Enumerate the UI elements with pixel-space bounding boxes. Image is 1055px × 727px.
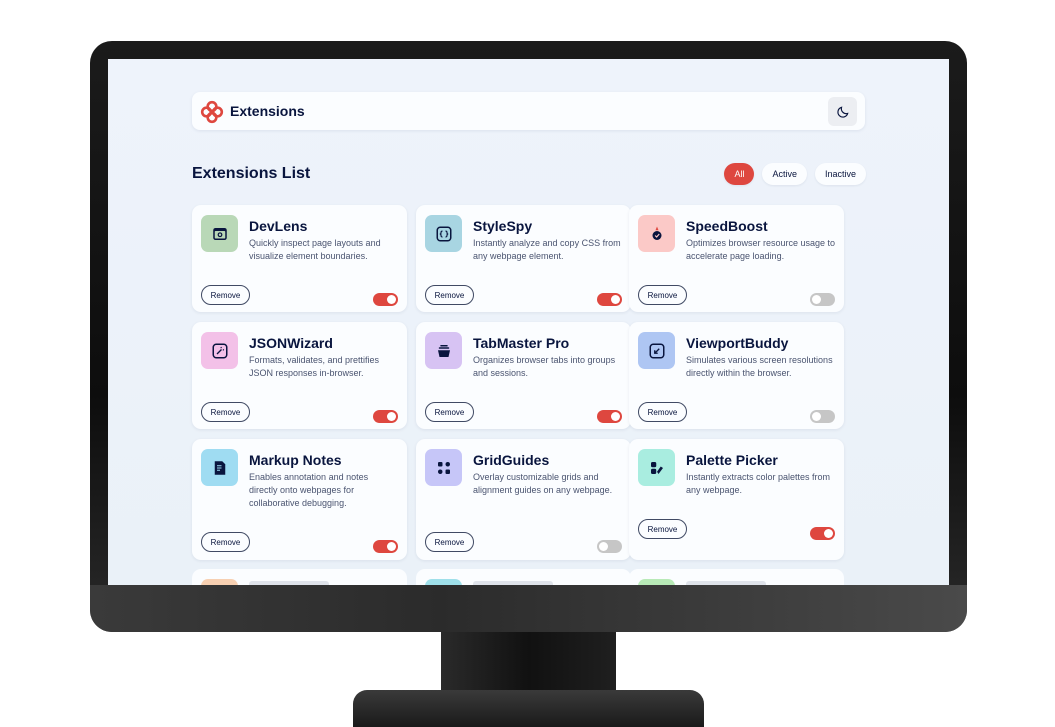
extension-description: Formats, validates, and prettifies JSON … — [249, 355, 380, 378]
extension-name: TabMaster Pro — [473, 335, 570, 351]
filter-inactive-button[interactable]: Inactive — [814, 163, 866, 185]
extension-name-partial — [473, 581, 553, 585]
monitor-stand-base — [353, 690, 704, 727]
extension-card: StyleSpy Instantly analyze and copy CSS … — [416, 205, 631, 312]
extension-icon-partial — [201, 579, 238, 585]
resize-icon — [638, 332, 675, 369]
extension-description: Optimizes browser resource usage to acce… — [686, 238, 836, 261]
wand-icon — [201, 332, 238, 369]
enable-toggle[interactable] — [597, 410, 622, 423]
extension-icon-partial — [638, 579, 675, 585]
extension-card: DevLens Quickly inspect page layouts and… — [192, 205, 407, 312]
extension-card-partial — [192, 569, 407, 585]
enable-toggle[interactable] — [810, 410, 835, 423]
extension-card: JSONWizard Formats, validates, and prett… — [192, 322, 407, 429]
monitor-chin — [90, 585, 967, 632]
extension-name: Markup Notes — [249, 452, 342, 468]
extension-card-partial — [629, 569, 844, 585]
extension-description: Overlay customizable grids and alignment… — [473, 472, 613, 495]
remove-button[interactable]: Remove — [425, 532, 474, 552]
monitor-stand-neck — [441, 632, 616, 692]
screen: Extensions Extensions List All Active In… — [108, 59, 949, 585]
filter-active-button[interactable]: Active — [762, 163, 807, 185]
enable-toggle[interactable] — [373, 293, 398, 306]
remove-button[interactable]: Remove — [425, 285, 474, 305]
moon-icon — [836, 105, 849, 118]
enable-toggle[interactable] — [810, 527, 835, 540]
extension-card: Palette Picker Instantly extracts color … — [629, 439, 844, 560]
extension-description: Quickly inspect page layouts and visuali… — [249, 238, 381, 261]
extension-name: SpeedBoost — [686, 218, 768, 234]
palette-icon — [638, 449, 675, 486]
enable-toggle[interactable] — [810, 293, 835, 306]
devtools-icon — [201, 215, 238, 252]
braces-icon — [425, 215, 462, 252]
filter-all-button[interactable]: All — [724, 163, 755, 185]
extension-icon-partial — [425, 579, 462, 585]
extension-name: DevLens — [249, 218, 308, 234]
notes-icon — [201, 449, 238, 486]
tabs-icon — [425, 332, 462, 369]
extension-card: GridGuides Overlay customizable grids an… — [416, 439, 631, 560]
app-header: Extensions — [192, 92, 865, 130]
extension-description: Organizes browser tabs into groups and s… — [473, 355, 616, 378]
extension-description: Instantly extracts color palettes from a… — [686, 472, 831, 495]
remove-button[interactable]: Remove — [638, 285, 687, 305]
grid-icon — [425, 449, 462, 486]
extension-name-partial — [686, 581, 766, 585]
extension-name: GridGuides — [473, 452, 550, 468]
extensions-list-title: Extensions List — [192, 165, 311, 182]
remove-button[interactable]: Remove — [638, 519, 687, 539]
extension-description: Enables annotation and notes directly on… — [249, 472, 369, 508]
extension-card: SpeedBoost Optimizes browser resource us… — [629, 205, 844, 312]
remove-button[interactable]: Remove — [201, 402, 250, 422]
filter-group: All Active Inactive — [724, 163, 866, 185]
extension-name: JSONWizard — [249, 335, 333, 351]
extension-description: Instantly analyze and copy CSS from any … — [473, 238, 621, 261]
extensions-logo-icon — [200, 100, 224, 124]
remove-button[interactable]: Remove — [201, 532, 250, 552]
extension-name: ViewportBuddy — [686, 335, 789, 351]
extension-card: Markup Notes Enables annotation and note… — [192, 439, 407, 560]
remove-button[interactable]: Remove — [638, 402, 687, 422]
remove-button[interactable]: Remove — [201, 285, 250, 305]
rocket-icon — [638, 215, 675, 252]
extension-name-partial — [249, 581, 329, 585]
extension-name: Palette Picker — [686, 452, 778, 468]
theme-toggle-button[interactable] — [828, 97, 857, 126]
brand-title: Extensions — [230, 103, 305, 119]
extension-card-partial — [416, 569, 631, 585]
enable-toggle[interactable] — [373, 410, 398, 423]
remove-button[interactable]: Remove — [425, 402, 474, 422]
extension-name: StyleSpy — [473, 218, 533, 234]
enable-toggle[interactable] — [597, 293, 622, 306]
extension-card: TabMaster Pro Organizes browser tabs int… — [416, 322, 631, 429]
extension-card: ViewportBuddy Simulates various screen r… — [629, 322, 844, 429]
enable-toggle[interactable] — [597, 540, 622, 553]
enable-toggle[interactable] — [373, 540, 398, 553]
extension-description: Simulates various screen resolutions dir… — [686, 355, 833, 378]
